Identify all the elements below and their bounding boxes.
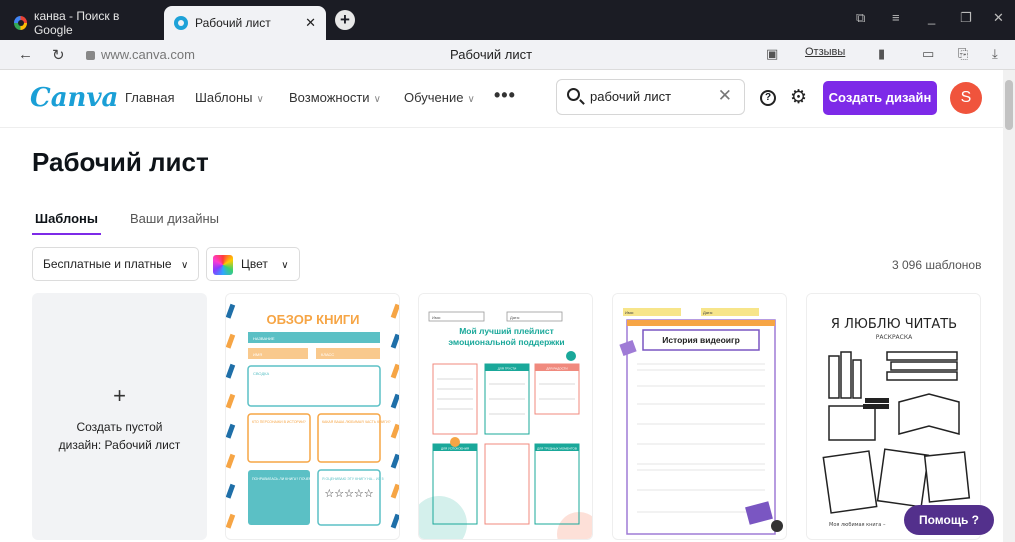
search-box[interactable]: ✕: [556, 79, 745, 115]
battery-icon[interactable]: ▭: [922, 46, 934, 62]
page-scrollbar[interactable]: [1003, 70, 1015, 542]
template-card-videogames[interactable]: Имя: Дата: История видеоигр: [612, 293, 787, 540]
field-favorite-label: КАКАЯ ВАША ЛЮБИМАЯ ЧАСТЬ КНИГИ?: [322, 420, 391, 424]
field-summary-label: СВОДКА: [253, 371, 269, 376]
chevron-down-icon: ∨: [281, 260, 289, 271]
canva-favicon-icon: [174, 16, 188, 30]
field-name-label: НАЗВАНИЕ: [253, 336, 275, 341]
reading-thumbnail: Я ЛЮБЛЮ ЧИТАТЬ РАСКРАСКА Моя любимая кни…: [807, 294, 980, 539]
minimize-icon[interactable]: _: [928, 10, 935, 25]
rating-stars-icon: ☆☆☆☆☆: [324, 487, 373, 500]
help-button[interactable]: Помощь ?: [904, 505, 994, 535]
nav-learn[interactable]: Обучение ∨: [404, 90, 475, 105]
collections-icon[interactable]: ⧉: [856, 10, 865, 26]
back-icon[interactable]: ←: [18, 46, 33, 63]
nav-templates[interactable]: Шаблоны ∨: [195, 90, 264, 105]
chevron-down-icon: ∨: [256, 94, 264, 105]
chevron-down-icon: ∨: [467, 94, 475, 105]
tab-templates[interactable]: Шаблоны: [32, 211, 101, 235]
lock-icon: [86, 51, 95, 61]
reviews-link[interactable]: Отзывы: [805, 46, 845, 58]
videogames-thumbnail: Имя: Дата: История видеоигр: [613, 294, 786, 539]
reading-subtitle: РАСКРАСКА: [876, 334, 913, 341]
color-filter-label: Цвет: [241, 257, 268, 271]
nav-features-label: Возможности: [289, 90, 370, 105]
template-card-book-review[interactable]: ОБЗОР КНИГИ НАЗВАНИЕ ИМЯ КЛАСС СВОДКА КТ…: [225, 293, 400, 540]
new-tab-icon[interactable]: +: [335, 10, 355, 30]
gear-icon[interactable]: ⚙: [790, 86, 807, 109]
chevron-down-icon: ∨: [373, 94, 381, 105]
google-icon: [14, 16, 27, 30]
nav-learn-label: Обучение: [404, 90, 464, 105]
field-author-label: ИМЯ: [253, 352, 262, 357]
box-joy-label: ДЛЯ РАДОСТИ: [546, 367, 567, 371]
scrollbar-thumb[interactable]: [1005, 80, 1013, 130]
box-sad-label: ДЛЯ ГРУСТИ: [498, 367, 517, 371]
nav-home[interactable]: Главная: [125, 90, 174, 105]
menu-icon[interactable]: ≡: [892, 10, 900, 25]
date-label: Дата:: [510, 315, 520, 320]
template-card-reading[interactable]: Я ЛЮБЛЮ ЧИТАТЬ РАСКРАСКА Моя любимая кни…: [806, 293, 981, 540]
reading-title: Я ЛЮБЛЮ ЧИТАТЬ: [831, 317, 957, 332]
reload-icon[interactable]: ↻: [52, 46, 65, 64]
create-blank-card[interactable]: + Создать пустой дизайн: Рабочий лист: [32, 293, 207, 540]
playlist-title: Мой лучший плейлист эмоциональной поддер…: [448, 326, 565, 347]
search-input[interactable]: [590, 89, 710, 104]
field-class-label: КЛАСС: [321, 352, 334, 357]
color-swatch-icon: [213, 254, 233, 275]
page-title: Рабочий лист: [32, 147, 209, 177]
more-menu-icon[interactable]: •••: [494, 85, 516, 106]
plus-icon: +: [113, 383, 126, 408]
browser-tab-canva[interactable]: Рабочий лист ✕: [164, 6, 326, 40]
field-characters-label: КТО ПЕРСОНАЖИ В ИСТОРИИ?: [252, 420, 306, 424]
create-blank-label: Создать пустой дизайн: Рабочий лист: [58, 420, 181, 452]
template-card-playlist[interactable]: Имя: Дата: Мой лучший плейлист эмоционал…: [418, 293, 593, 540]
create-design-button[interactable]: Создать дизайн: [823, 81, 937, 115]
maximize-icon[interactable]: ❐: [960, 10, 972, 26]
book-review-title: ОБЗОР КНИГИ: [266, 312, 359, 327]
browser-tab-label: канва - Поиск в Google: [33, 9, 120, 37]
address-bar: ← ↻ www.canva.com Рабочий лист ▣ Отзывы …: [0, 40, 1015, 70]
page-title-bar: Рабочий лист: [450, 47, 533, 62]
search-icon: [567, 88, 580, 101]
name-label: Имя:: [625, 310, 634, 315]
videogames-title: История видеоигр: [662, 335, 740, 345]
price-filter-dropdown[interactable]: Бесплатные и платные ∨: [32, 247, 200, 281]
clear-search-icon[interactable]: ✕: [718, 86, 732, 106]
bookmark-icon[interactable]: ▮: [878, 46, 885, 62]
nav-features[interactable]: Возможности ∨: [289, 90, 381, 105]
close-window-icon[interactable]: ✕: [993, 10, 1004, 26]
nav-templates-label: Шаблоны: [195, 90, 253, 105]
download-icon[interactable]: ⤓: [992, 46, 998, 62]
browser-tab-label: Рабочий лист: [195, 16, 271, 30]
reading-footer: Моя любимая книга –: [829, 522, 886, 528]
nav-home-label: Главная: [125, 90, 175, 105]
tab-your-designs[interactable]: Ваши дизайны: [130, 211, 219, 226]
book-review-thumbnail: ОБЗОР КНИГИ НАЗВАНИЕ ИМЯ КЛАСС СВОДКА КТ…: [226, 294, 399, 539]
field-rating-label: Я ОЦЕНИВАЮ ЭТУ КНИГУ НА... ИЗ 5: [322, 477, 384, 481]
help-icon[interactable]: ?: [760, 90, 776, 106]
extension-icon[interactable]: ▣: [766, 46, 778, 62]
playlist-thumbnail: Имя: Дата: Мой лучший плейлист эмоционал…: [419, 294, 592, 539]
box-hard-label: ДЛЯ ТРУДНЫХ МОМЕНТОВ: [537, 447, 577, 451]
chevron-down-icon: ∨: [180, 260, 189, 271]
browser-tab-google[interactable]: канва - Поиск в Google: [4, 6, 162, 40]
field-like-label: ПОНРАВИЛАСЬ ЛИ КНИГА? ПОЧЕМУ?: [252, 477, 316, 481]
canva-logo[interactable]: Canva: [30, 83, 118, 113]
box-calm-label: ДЛЯ УСПОКОЕНИЯ: [441, 447, 469, 451]
name-label: Имя:: [432, 315, 441, 320]
close-tab-icon[interactable]: ✕: [305, 15, 316, 31]
canva-header: Canva Главная Шаблоны ∨ Возможности ∨ Обуч…: [0, 70, 1003, 128]
date-label: Дата:: [703, 310, 713, 315]
avatar[interactable]: S: [950, 82, 982, 114]
url-field[interactable]: www.canva.com: [86, 47, 195, 62]
url-text: www.canva.com: [101, 47, 195, 62]
template-count: 3 096 шаблонов: [892, 258, 982, 272]
share-icon[interactable]: ⎘: [958, 46, 968, 62]
price-filter-label: Бесплатные и платные: [43, 257, 172, 271]
color-filter-dropdown[interactable]: Цвет ∨: [206, 247, 300, 281]
browser-tab-strip: канва - Поиск в Google Рабочий лист ✕ + …: [0, 0, 1015, 40]
